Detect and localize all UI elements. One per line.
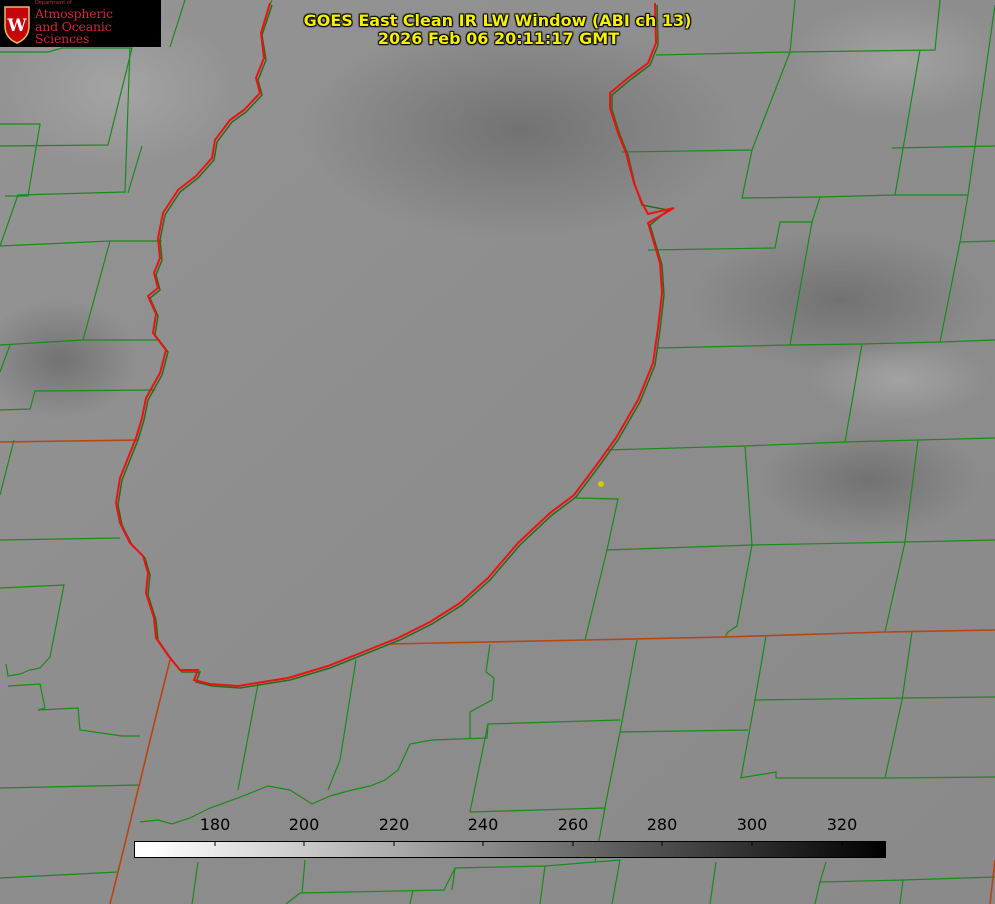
colorbar-tick: 240 xyxy=(467,815,499,834)
colorbar-tick: 280 xyxy=(646,815,678,834)
station-marker xyxy=(598,481,604,487)
cloud-light-east xyxy=(810,340,990,420)
colorbar-tick: 260 xyxy=(557,815,589,834)
cloud-dark-north xyxy=(300,20,740,240)
institution-logo[interactable]: W Department of Atmospheric and Oceanic … xyxy=(0,0,161,47)
colorbar-tick: 180 xyxy=(199,815,231,834)
colorbar-tick-labels: 180 200 220 240 260 280 300 320 xyxy=(0,812,995,834)
temperature-colorbar xyxy=(134,841,886,858)
satellite-viewer: W Department of Atmospheric and Oceanic … xyxy=(0,0,995,904)
crest-letter: W xyxy=(6,16,27,36)
colorbar-tick: 320 xyxy=(826,815,858,834)
colorbar-tick-marks xyxy=(214,842,843,846)
logo-text: Department of Atmospheric and Oceanic Sc… xyxy=(35,1,161,46)
crest-icon: W xyxy=(3,4,31,44)
colorbar-tick: 300 xyxy=(736,815,768,834)
colorbar-tick: 220 xyxy=(378,815,410,834)
logo-line-2: and Oceanic Sciences xyxy=(35,18,112,47)
satellite-map xyxy=(0,0,995,904)
colorbar-tick: 200 xyxy=(288,815,320,834)
